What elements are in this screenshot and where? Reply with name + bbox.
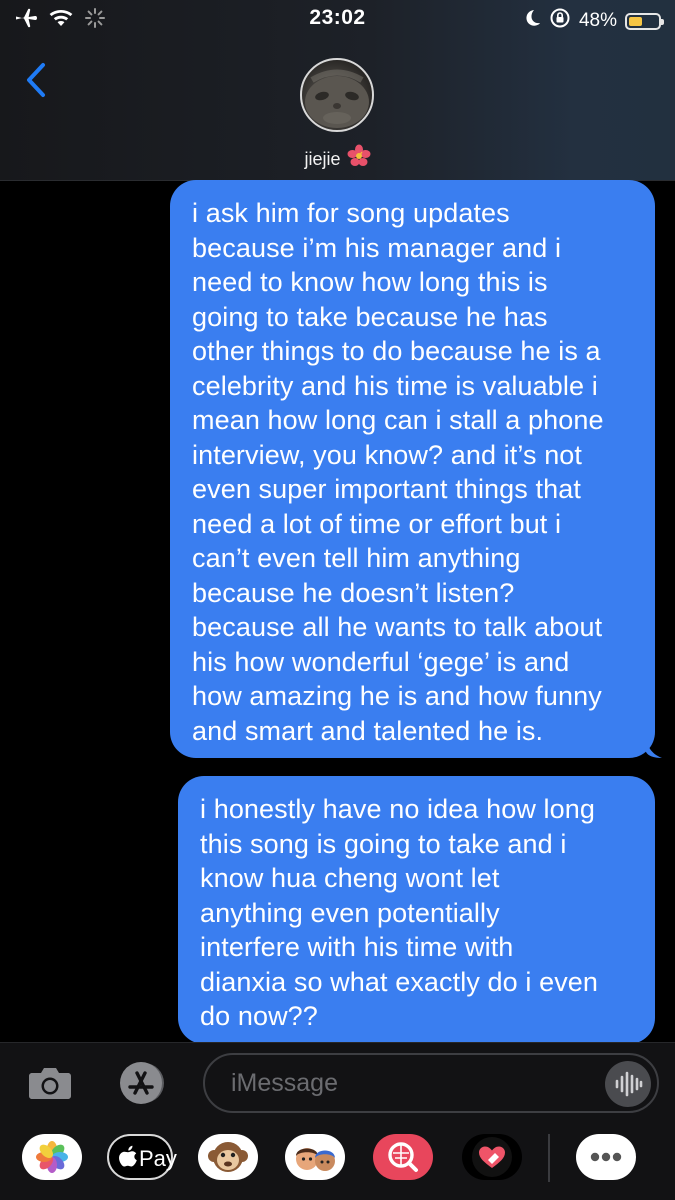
apple-icon <box>119 1145 137 1167</box>
hibiscus-icon <box>347 144 371 173</box>
message-line: because he doesn’t listen? <box>192 577 515 608</box>
message-line: because all he wants to talk about <box>192 612 603 642</box>
app-store-icon <box>120 1062 164 1104</box>
monkey-memoji-icon <box>208 1142 248 1172</box>
more-apps-icon <box>590 1152 622 1162</box>
message-line: i honestly have no idea how long <box>200 794 595 824</box>
message-line: this song is going to take and i <box>200 828 567 859</box>
outgoing-message-bubble[interactable]: i honestly have no idea how long this so… <box>178 776 655 1044</box>
message-line: can’t even tell him anything <box>192 543 521 573</box>
contact-name-row[interactable]: jiejie <box>0 144 675 173</box>
message-line: interview, you know? and it’s not <box>192 439 583 470</box>
message-line: do now?? <box>200 1001 318 1031</box>
message-line: his how wonderful ‘gege’ is and <box>192 646 570 677</box>
cat-photo <box>305 69 369 128</box>
message-line: need to know how long this is <box>192 267 548 297</box>
photos-icon <box>36 1141 68 1173</box>
conversation-header: 23:02 48% jiejie <box>0 0 675 181</box>
apple-pay-button[interactable]: Pay <box>107 1134 177 1180</box>
message-line: how amazing he is and how funny <box>192 681 602 711</box>
messages-screen: 23:02 48% jiejie i ask him for song upda… <box>0 0 675 1200</box>
photos-app-button[interactable] <box>22 1134 82 1180</box>
digital-touch-button[interactable] <box>462 1134 522 1180</box>
status-bar: 23:02 48% <box>0 0 675 40</box>
battery-fill <box>629 16 642 26</box>
app-drawer-divider <box>548 1134 550 1182</box>
message-line: mean how long can i stall a phone <box>192 405 604 435</box>
animoji-button[interactable] <box>198 1134 258 1180</box>
outgoing-message-bubble[interactable]: i ask him for song updates because i’m h… <box>170 180 662 758</box>
app-drawer: Pay <box>0 1122 675 1200</box>
more-apps-button[interactable] <box>576 1134 636 1180</box>
imessage-input[interactable]: iMessage <box>203 1053 659 1113</box>
battery-percent: 48% <box>578 10 617 31</box>
message-line: need a lot of time or effort but i <box>192 508 562 539</box>
compose-bar: iMessage <box>0 1042 675 1123</box>
message-line: interfere with his time with <box>200 932 514 962</box>
message-line: other things to do because he is a <box>192 336 601 366</box>
apple-pay-label: Pay <box>139 1146 177 1171</box>
camera-button[interactable] <box>28 1065 72 1101</box>
digital-touch-icon <box>472 1137 512 1177</box>
message-line: and smart and talented he is. <box>192 715 544 746</box>
battery-icon <box>625 12 664 30</box>
message-line: i ask him for song updates <box>192 198 510 228</box>
contact-name: jiejie <box>304 149 341 169</box>
message-line: celebrity and his time is valuable i <box>192 370 598 401</box>
audio-waveform-icon <box>615 1071 643 1097</box>
back-button[interactable] <box>22 60 52 100</box>
chevron-left-icon <box>27 63 45 97</box>
imessage-placeholder: iMessage <box>231 1069 338 1097</box>
status-right-group: 48% <box>523 7 664 35</box>
search-images-icon <box>388 1142 418 1172</box>
image-search-button[interactable] <box>373 1134 433 1180</box>
message-line: going to take because he has <box>192 301 548 332</box>
camera-icon <box>29 1068 71 1099</box>
memoji-stickers-icon <box>296 1148 335 1171</box>
message-line: anything even potentially <box>200 897 500 928</box>
message-line: dianxia so what exactly do i even <box>200 966 599 997</box>
contact-avatar[interactable] <box>300 58 374 132</box>
message-line: because i’m his manager and i <box>192 232 562 263</box>
message-line: even super important things that <box>192 474 581 504</box>
memoji-stickers-button[interactable] <box>285 1134 345 1180</box>
moon-icon <box>523 8 541 34</box>
app-store-button[interactable] <box>112 1059 170 1107</box>
orientation-lock-icon <box>549 7 571 35</box>
audio-message-button[interactable] <box>605 1061 651 1107</box>
message-line: know hua cheng wont let <box>200 863 500 893</box>
bubble-tail <box>646 738 662 758</box>
